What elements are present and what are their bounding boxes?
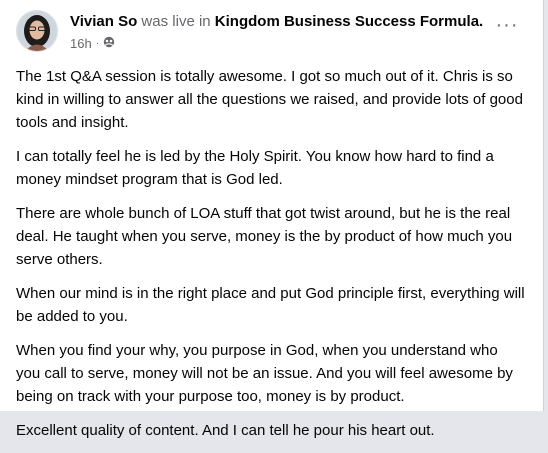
post-timestamp[interactable]: 16h — [70, 36, 92, 51]
meta-separator: · — [95, 38, 100, 49]
post-paragraph: When you find your why, you purpose in G… — [16, 342, 513, 405]
post-body: The 1st Q&A session is totally awesome. … — [16, 65, 526, 453]
post-paragraph: Excellent quality of content. And I can … — [16, 422, 435, 439]
avatar[interactable] — [16, 10, 58, 52]
post-paragraph: The 1st Q&A session is totally awesome. … — [16, 68, 523, 131]
author-name-link[interactable]: Vivian So — [70, 13, 137, 30]
post-header: Vivian So was live in Kingdom Business S… — [16, 10, 531, 56]
group-audience-icon — [103, 36, 115, 51]
post-meta: 16h · — [70, 36, 115, 51]
profile-photo — [17, 11, 57, 51]
group-name-link[interactable]: Kingdom Business Success Formula. — [215, 13, 483, 30]
more-options-icon[interactable]: ··· — [493, 15, 521, 40]
post-paragraph: When our mind is in the right place and … — [16, 285, 525, 325]
post-paragraph: I can totally feel he is led by the Holy… — [16, 148, 494, 188]
post-paragraph: There are whole bunch of LOA stuff that … — [16, 205, 513, 268]
post-card: Vivian So was live in Kingdom Business S… — [0, 0, 544, 439]
action-text: was live in — [137, 13, 215, 30]
post-byline: Vivian So was live in Kingdom Business S… — [70, 13, 483, 30]
